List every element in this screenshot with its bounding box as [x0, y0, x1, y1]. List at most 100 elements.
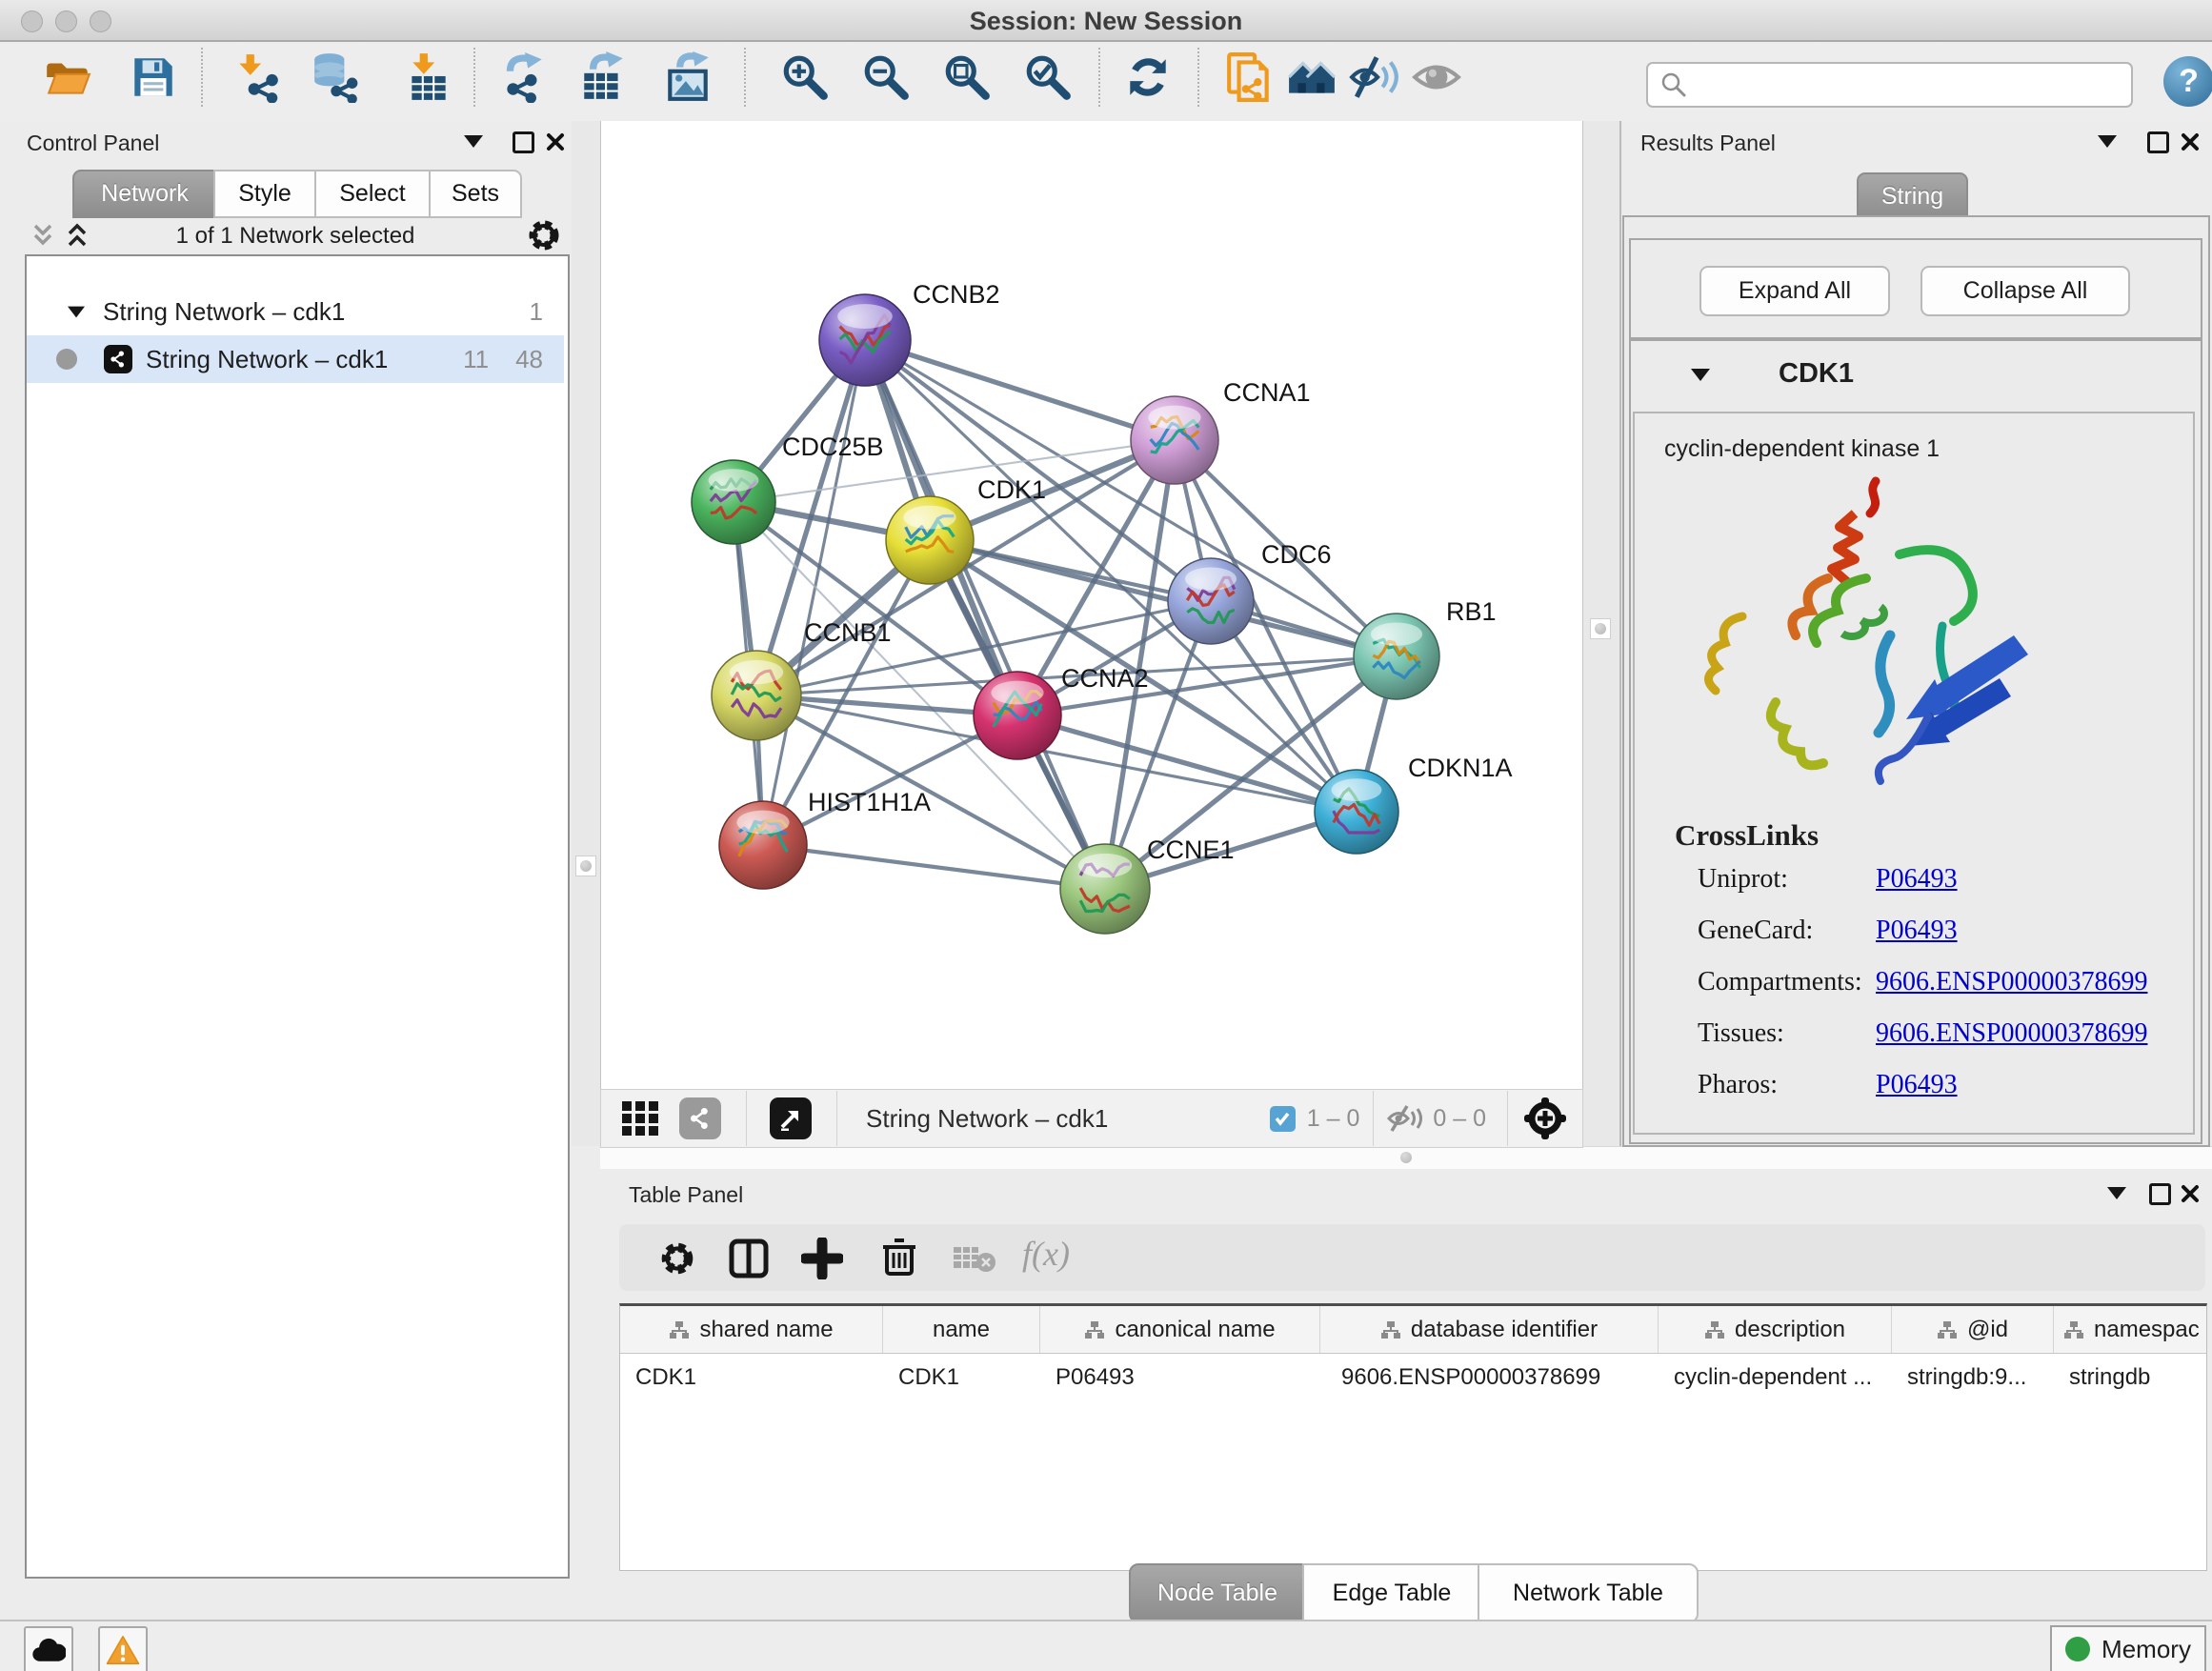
crosslink-compartments-link[interactable]: 9606.ENSP00000378699	[1876, 967, 2147, 997]
network-collection-row[interactable]: String Network – cdk1 1	[27, 288, 564, 335]
warning-status-button[interactable]	[98, 1626, 148, 1671]
selected-node-edge-count: 1 – 0	[1307, 1105, 1360, 1133]
tab-network-table[interactable]: Network Table	[1478, 1563, 1699, 1623]
tab-select[interactable]: Select	[314, 170, 431, 218]
add-column-icon[interactable]	[801, 1238, 843, 1279]
node-label-CDKN1A: CDKN1A	[1408, 754, 1513, 782]
node-label-CCNA2: CCNA2	[1061, 664, 1149, 693]
birds-eye-view-icon[interactable]	[620, 1097, 662, 1139]
column-header-name[interactable]: name	[883, 1306, 1040, 1353]
tree-expander-icon[interactable]	[68, 306, 85, 317]
cell-namespace[interactable]: stringdb	[2054, 1354, 2204, 1401]
search-input[interactable]	[1696, 70, 2131, 99]
crosslink-pharos-link[interactable]: P06493	[1876, 1070, 1958, 1100]
control-panel-menu-icon[interactable]	[464, 135, 483, 148]
column-header-id[interactable]: @id	[1892, 1306, 2054, 1353]
tab-edge-table[interactable]: Edge Table	[1302, 1563, 1481, 1623]
fit-content-crosshair-icon[interactable]	[1523, 1097, 1567, 1140]
string-badge-gray-icon[interactable]	[679, 1097, 721, 1139]
import-network-icon	[231, 51, 283, 103]
right-splitter-handle[interactable]	[1590, 618, 1611, 639]
expand-all-chevron-icon[interactable]	[63, 221, 91, 250]
left-splitter-handle[interactable]	[575, 856, 596, 876]
tab-style[interactable]: Style	[213, 170, 316, 218]
crosslink-genecard-link[interactable]: P06493	[1876, 916, 1958, 946]
column-header-database-identifier[interactable]: database identifier	[1320, 1306, 1659, 1353]
network-edge-CCNB2-CCNA1[interactable]	[865, 340, 1175, 440]
zoom-selected-button[interactable]	[1020, 50, 1076, 105]
import-network-button[interactable]	[230, 50, 285, 105]
selected-checkbox[interactable]	[1270, 1106, 1296, 1132]
tab-string[interactable]: String	[1857, 172, 1968, 221]
cloud-status-button[interactable]	[24, 1626, 73, 1671]
hide-selected-button[interactable]	[1347, 50, 1402, 105]
network-view-canvas[interactable]: CCNB2CCNA1CDC25BCDK1CDC6RB1CCNB1CCNA2CDK…	[600, 121, 1583, 1089]
zoom-fit-button[interactable]	[939, 50, 995, 105]
right-splitter	[1581, 121, 1619, 1146]
protein-structure-image[interactable]	[1685, 464, 2042, 797]
tab-network[interactable]: Network	[72, 170, 217, 218]
tab-sets[interactable]: Sets	[429, 170, 522, 218]
collapse-all-chevron-icon[interactable]	[29, 221, 57, 250]
import-database-button[interactable]	[308, 50, 363, 105]
memory-button[interactable]: Memory	[2050, 1625, 2206, 1671]
column-type-icon	[669, 1320, 690, 1339]
open-in-window-icon[interactable]	[770, 1097, 812, 1139]
cell-database-identifier[interactable]: 9606.ENSP00000378699	[1320, 1354, 1659, 1401]
export-table-button[interactable]	[575, 50, 631, 105]
cell-canonical-name[interactable]: P06493	[1040, 1354, 1320, 1401]
protein-collapse-icon[interactable]	[1691, 369, 1710, 381]
node-label-CDC6: CDC6	[1261, 540, 1332, 569]
string-network-badge-icon	[104, 345, 132, 373]
zoom-in-button[interactable]	[777, 50, 833, 105]
crosslink-label: GeneCard:	[1698, 916, 1813, 946]
crosslink-tissues-link[interactable]: 9606.ENSP00000378699	[1876, 1018, 2147, 1049]
table-panel-float-icon[interactable]	[2149, 1183, 2171, 1205]
cell-shared-name[interactable]: CDK1	[620, 1354, 883, 1401]
node-gloss-highlight	[903, 506, 955, 530]
help-button[interactable]: ?	[2163, 56, 2212, 107]
column-header-namespace[interactable]: namespac	[2054, 1306, 2204, 1353]
table-settings-gear-icon[interactable]	[658, 1239, 696, 1278]
clone-network-button[interactable]	[1222, 50, 1277, 105]
network-selection-status: 1 of 1 Network selected	[143, 223, 448, 250]
control-panel-title: Control Panel	[27, 131, 159, 156]
cell-description[interactable]: cyclin-dependent ...	[1659, 1354, 1892, 1401]
table-panel-close-icon[interactable]	[2180, 1183, 2201, 1204]
refresh-button[interactable]	[1120, 50, 1176, 105]
export-network-button[interactable]	[496, 50, 552, 105]
results-panel-menu-icon[interactable]	[2098, 135, 2117, 148]
show-all-button[interactable]	[1409, 50, 1464, 105]
save-session-button[interactable]	[126, 50, 181, 105]
results-panel-float-icon[interactable]	[2147, 131, 2169, 153]
control-panel-float-icon[interactable]	[513, 131, 534, 153]
horizontal-splitter-handle[interactable]	[1397, 1148, 1416, 1167]
delete-column-trash-icon[interactable]	[878, 1236, 920, 1278]
export-image-button[interactable]	[660, 50, 715, 105]
network-edge-CCNB2-HIST1H1A[interactable]	[763, 340, 865, 845]
column-header-shared-name[interactable]: shared name	[620, 1306, 883, 1353]
cell-id[interactable]: stringdb:9...	[1892, 1354, 2054, 1401]
column-header-canonical-name[interactable]: canonical name	[1040, 1306, 1320, 1353]
search-field[interactable]	[1646, 62, 2133, 108]
network-row-selected[interactable]: String Network – cdk1 11 48	[27, 335, 564, 383]
column-header-description[interactable]: description	[1659, 1306, 1892, 1353]
cell-name[interactable]: CDK1	[883, 1354, 1040, 1401]
crosslinks-heading: CrossLinks	[1675, 818, 1819, 853]
gear-icon[interactable]	[526, 217, 562, 253]
zoom-out-button[interactable]	[858, 50, 914, 105]
control-panel-close-icon[interactable]	[545, 131, 566, 152]
gray-eye-icon	[1411, 51, 1462, 103]
table-panel-menu-icon[interactable]	[2107, 1187, 2126, 1199]
results-panel-close-icon[interactable]	[2180, 131, 2201, 152]
expand-all-button[interactable]: Expand All	[1699, 266, 1890, 316]
network-edge-HIST1H1A-CCNE1[interactable]	[763, 845, 1105, 889]
crosslink-uniprot-link[interactable]: P06493	[1876, 864, 1958, 895]
collapse-all-button[interactable]: Collapse All	[1920, 266, 2130, 316]
first-neighbors-button[interactable]	[1284, 50, 1339, 105]
import-table-button[interactable]	[401, 50, 456, 105]
table-row[interactable]: CDK1 CDK1 P06493 9606.ENSP00000378699 cy…	[620, 1354, 2206, 1401]
open-session-button[interactable]	[40, 50, 95, 105]
show-columns-icon[interactable]	[728, 1238, 770, 1279]
tab-node-table[interactable]: Node Table	[1129, 1563, 1306, 1623]
